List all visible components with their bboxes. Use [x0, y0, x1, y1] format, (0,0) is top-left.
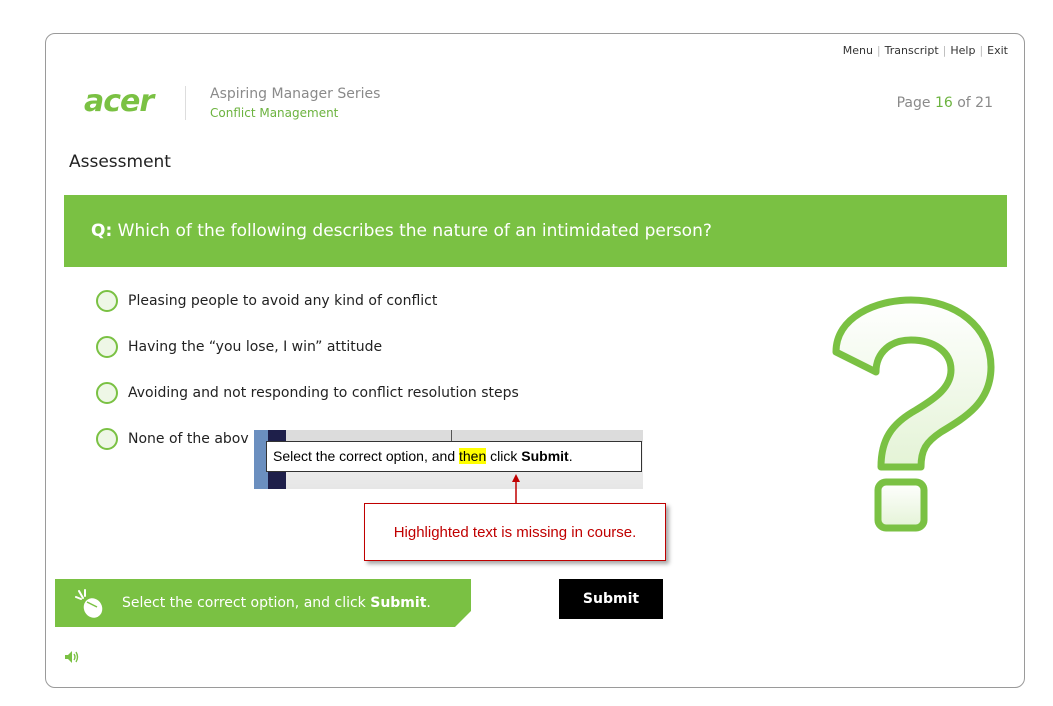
option-label: None of the abov	[128, 431, 249, 447]
callout-text: Highlighted text is missing in course.	[393, 524, 637, 541]
question-mark-icon	[832, 296, 995, 532]
acer-logo: acer	[84, 84, 154, 119]
question-banner: Q: Which of the following describes the …	[64, 195, 1007, 267]
option-label: Pleasing people to avoid any kind of con…	[128, 293, 438, 309]
nav-separator: |	[876, 44, 881, 57]
answer-option-2[interactable]: Having the “you lose, I win” attitude	[96, 334, 519, 360]
course-player-frame: Menu | Transcript | Help | Exit acer Aspiring …	[45, 33, 1025, 688]
inset-text-bold: Submit	[521, 448, 569, 464]
submit-button[interactable]: Submit	[559, 579, 663, 619]
radio-button[interactable]	[96, 290, 118, 312]
help-link[interactable]: Help	[950, 44, 975, 57]
top-navigation: Menu | Transcript | Help | Exit	[843, 44, 1008, 57]
instruction-body: Select the correct option, and click	[122, 595, 371, 611]
radio-button[interactable]	[96, 336, 118, 358]
question-text: Q: Which of the following describes the …	[91, 221, 712, 241]
exit-link[interactable]: Exit	[987, 44, 1008, 57]
annotation-screenshot: Select the correct option, and then clic…	[254, 430, 643, 489]
inset-text-before: Select the correct option, and	[273, 448, 459, 464]
speaker-icon[interactable]	[65, 651, 79, 663]
transcript-link[interactable]: Transcript	[885, 44, 939, 57]
inset-highlighted-word: then	[459, 448, 487, 464]
series-title: Aspiring Manager Series	[210, 86, 381, 102]
inset-text-end: .	[568, 448, 573, 464]
radio-button[interactable]	[96, 428, 118, 450]
banner-fold	[455, 611, 471, 627]
menu-link[interactable]: Menu	[843, 44, 873, 57]
question-body: Which of the following describes the nat…	[117, 221, 712, 241]
instruction-text: Select the correct option, and click Sub…	[122, 595, 431, 611]
page-of: of	[957, 95, 971, 111]
option-label: Having the “you lose, I win” attitude	[128, 339, 383, 355]
option-label: Avoiding and not responding to conflict …	[128, 385, 519, 401]
mouse-click-icon	[75, 589, 103, 618]
course-title: Conflict Management	[210, 106, 339, 120]
question-prefix: Q:	[91, 221, 113, 241]
callout-arrow	[512, 474, 520, 504]
page-counter: Page 16 of 21	[897, 95, 993, 111]
radio-button[interactable]	[96, 382, 118, 404]
page-total: 21	[975, 95, 993, 111]
answer-option-3[interactable]: Avoiding and not responding to conflict …	[96, 380, 519, 406]
section-title: Assessment	[69, 152, 171, 172]
instruction-bold: Submit	[370, 595, 427, 611]
page-current: 16	[934, 95, 953, 111]
inset-instruction-box: Select the correct option, and then clic…	[266, 441, 642, 472]
review-callout: Highlighted text is missing in course.	[364, 503, 666, 561]
inset-instruction-text: Select the correct option, and then clic…	[273, 448, 573, 464]
instruction-end: .	[426, 595, 431, 611]
inset-text-mid: click	[486, 448, 522, 464]
page-prefix: Page	[896, 95, 931, 111]
header-divider	[185, 86, 186, 120]
nav-separator: |	[979, 44, 984, 57]
answer-option-1[interactable]: Pleasing people to avoid any kind of con…	[96, 288, 519, 314]
instruction-banner: Select the correct option, and click Sub…	[55, 579, 471, 627]
nav-separator: |	[942, 44, 947, 57]
